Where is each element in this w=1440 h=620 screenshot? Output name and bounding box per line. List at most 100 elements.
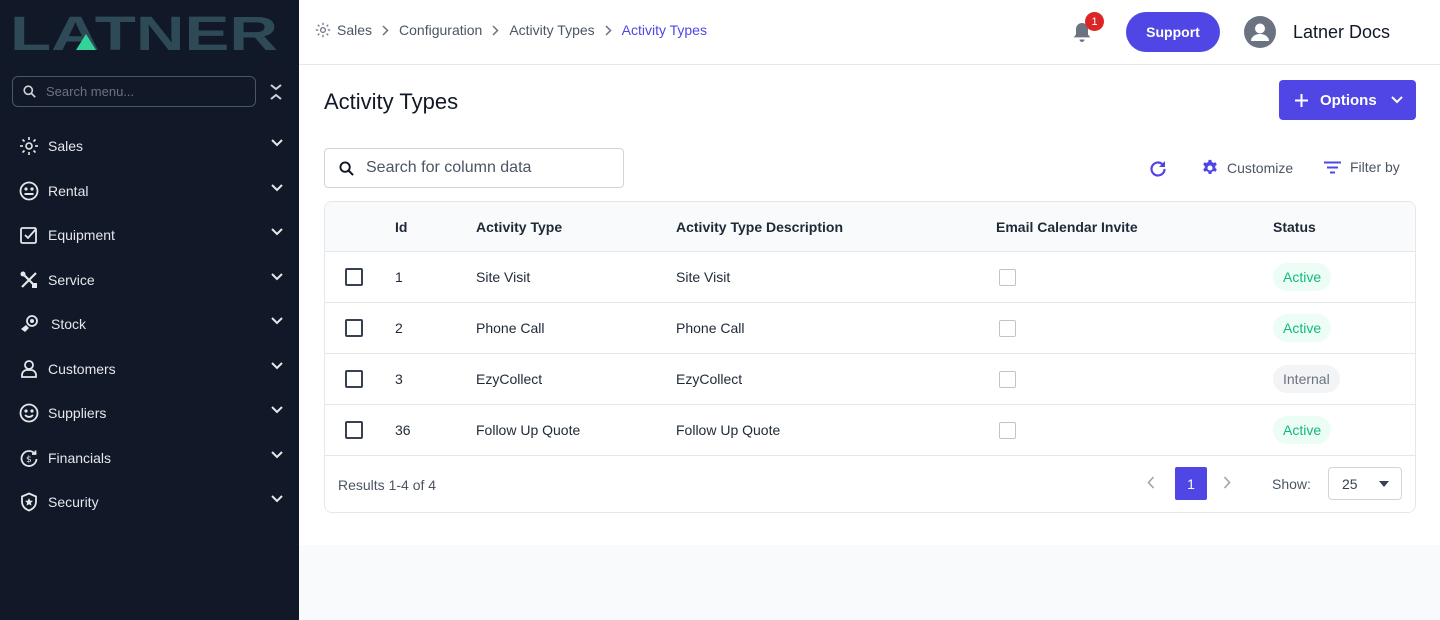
stock-icon xyxy=(18,313,40,335)
page-size-value: 25 xyxy=(1342,475,1358,492)
sidebar-item-label: Financials xyxy=(48,449,112,466)
main-content: Activity Types Options Customize Filter … xyxy=(299,65,1440,545)
data-table: Id Activity Type Activity Type Descripti… xyxy=(324,201,1416,513)
breadcrumb-activity-types-parent[interactable]: Activity Types xyxy=(509,22,594,38)
notification-badge: 1 xyxy=(1085,12,1104,31)
sidebar-nav: Sales Rental Equipment Service Stock Cus… xyxy=(0,124,299,525)
sidebar-item-security[interactable]: Security xyxy=(0,480,299,525)
row-select-checkbox[interactable] xyxy=(345,268,363,286)
customize-label: Customize xyxy=(1227,160,1294,176)
cell-description: Site Visit xyxy=(676,269,731,285)
sidebar-item-service[interactable]: Service xyxy=(0,258,299,303)
status-badge: Internal xyxy=(1273,365,1340,393)
support-button[interactable]: Support xyxy=(1126,12,1220,52)
sidebar-item-label: Suppliers xyxy=(48,405,107,422)
email-invite-checkbox[interactable] xyxy=(999,320,1016,337)
page-size-select[interactable]: 25 xyxy=(1328,467,1402,500)
cell-id: 1 xyxy=(395,269,403,285)
cell-activity-type: Follow Up Quote xyxy=(476,422,581,438)
user-name[interactable]: Latner Docs xyxy=(1293,22,1390,43)
table-row[interactable]: 36 Follow Up Quote Follow Up Quote Activ… xyxy=(325,405,1415,456)
column-header-activity-type[interactable]: Activity Type xyxy=(476,219,562,235)
chevron-right-icon xyxy=(605,24,612,36)
sidebar-item-financials[interactable]: $ Financials xyxy=(0,436,299,481)
email-invite-checkbox[interactable] xyxy=(999,269,1016,286)
sidebar-item-label: Security xyxy=(48,494,99,511)
financials-icon: $ xyxy=(18,447,40,469)
cell-id: 36 xyxy=(395,422,411,438)
sidebar-item-sales[interactable]: Sales xyxy=(0,124,299,169)
sidebar-item-label: Customers xyxy=(48,360,116,377)
chevron-down-icon xyxy=(271,450,283,458)
sales-icon xyxy=(18,135,40,157)
avatar[interactable] xyxy=(1244,16,1276,48)
page-title: Activity Types xyxy=(324,89,459,114)
table-row[interactable]: 1 Site Visit Site Visit Active xyxy=(325,252,1415,303)
customize-button[interactable]: Customize xyxy=(1201,159,1293,177)
row-select-checkbox[interactable] xyxy=(345,421,363,439)
column-header-id[interactable]: Id xyxy=(395,219,407,235)
sidebar-item-customers[interactable]: Customers xyxy=(0,347,299,392)
column-search[interactable] xyxy=(324,148,624,188)
table-row[interactable]: 2 Phone Call Phone Call Active xyxy=(325,303,1415,354)
table-header: Id Activity Type Activity Type Descripti… xyxy=(325,202,1415,252)
options-button[interactable]: Options xyxy=(1279,80,1416,120)
sidebar-item-stock[interactable]: Stock xyxy=(0,302,299,347)
page-size-label: Show: xyxy=(1272,476,1311,492)
chevron-right-icon xyxy=(492,24,499,36)
filter-icon xyxy=(1324,161,1341,173)
sidebar-item-suppliers[interactable]: Suppliers xyxy=(0,391,299,436)
status-badge: Active xyxy=(1273,416,1332,444)
suppliers-icon xyxy=(18,402,40,424)
gear-icon xyxy=(1203,159,1217,175)
chevron-down-icon xyxy=(271,317,283,325)
security-icon xyxy=(18,491,40,513)
sidebar-item-label: Sales xyxy=(48,138,84,155)
chevron-down-icon xyxy=(271,361,283,369)
sidebar-item-rental[interactable]: Rental xyxy=(0,169,299,214)
sidebar-item-equipment[interactable]: Equipment xyxy=(0,213,299,258)
column-header-status[interactable]: Status xyxy=(1273,219,1316,235)
caret-down-icon xyxy=(1379,481,1389,487)
chevron-down-icon xyxy=(1390,96,1403,104)
chevron-down-icon xyxy=(271,228,283,236)
email-invite-checkbox[interactable] xyxy=(999,422,1016,439)
sidebar-item-label: Equipment xyxy=(48,227,115,244)
column-header-description[interactable]: Activity Type Description xyxy=(676,219,843,235)
status-badge: Active xyxy=(1273,314,1332,342)
pagination-page[interactable]: 1 xyxy=(1175,467,1207,500)
collapse-sidebar-icon[interactable] xyxy=(268,82,284,102)
svg-text:$: $ xyxy=(26,455,32,465)
sidebar: LATNER Sales Rental xyxy=(0,0,299,620)
table-row[interactable]: 3 EzyCollect EzyCollect Internal xyxy=(325,354,1415,405)
chevron-down-icon xyxy=(271,272,283,280)
filter-button[interactable]: Filter by xyxy=(1324,159,1400,175)
page-background xyxy=(299,545,1440,620)
cell-description: Phone Call xyxy=(676,320,745,336)
column-header-email-invite[interactable]: Email Calendar Invite xyxy=(996,219,1138,235)
column-search-input[interactable] xyxy=(366,159,616,177)
chevron-down-icon xyxy=(271,139,283,147)
service-icon xyxy=(18,269,40,291)
breadcrumb-current: Activity Types xyxy=(621,22,707,38)
menu-search-input[interactable] xyxy=(46,84,236,99)
cell-description: EzyCollect xyxy=(676,371,743,387)
filter-label: Filter by xyxy=(1350,159,1400,175)
email-invite-checkbox[interactable] xyxy=(999,371,1016,388)
status-badge: Active xyxy=(1273,263,1332,291)
chevron-right-icon xyxy=(382,24,389,36)
row-select-checkbox[interactable] xyxy=(345,370,363,388)
refresh-icon[interactable] xyxy=(1148,159,1168,179)
sales-icon xyxy=(315,22,331,38)
latner-logo[interactable]: LATNER xyxy=(10,12,280,54)
breadcrumb-sales[interactable]: Sales xyxy=(337,22,372,38)
cell-id: 3 xyxy=(395,371,403,387)
customers-icon xyxy=(18,358,40,380)
chevron-right-icon[interactable] xyxy=(1223,476,1231,489)
breadcrumb-configuration[interactable]: Configuration xyxy=(399,22,482,38)
menu-search[interactable] xyxy=(12,76,256,107)
results-count: Results 1-4 of 4 xyxy=(338,477,437,493)
cell-activity-type: Site Visit xyxy=(476,269,531,285)
chevron-left-icon[interactable] xyxy=(1147,476,1155,489)
row-select-checkbox[interactable] xyxy=(345,319,363,337)
